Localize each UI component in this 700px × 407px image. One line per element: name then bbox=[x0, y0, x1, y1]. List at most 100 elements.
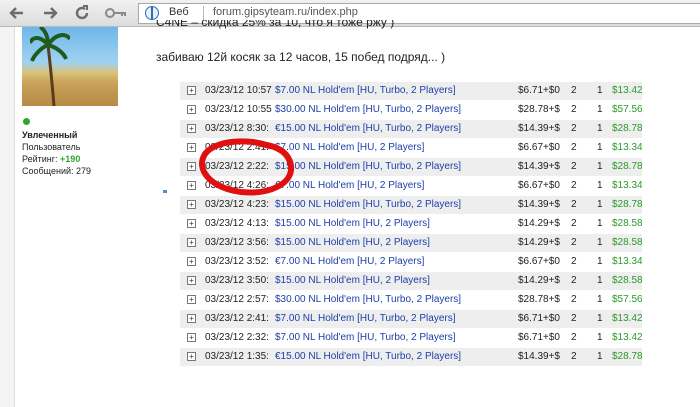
tournament-game-link[interactable]: €7.00 NL Hold'em [HU, 2 Players] bbox=[275, 256, 512, 267]
table-row[interactable]: +03/23/12 2:32: $7.00 NL Hold'em [HU, Tur… bbox=[180, 329, 642, 347]
tournament-date: 03/23/12 4:26: bbox=[205, 180, 269, 191]
expand-row-icon[interactable]: + bbox=[187, 238, 196, 247]
tournament-date: 03/23/12 2:22: bbox=[205, 161, 269, 172]
tournament-players: 2 bbox=[571, 351, 577, 362]
table-row[interactable]: +03/23/12 2:41: $7.00 NL Hold'em [HU, Tur… bbox=[180, 310, 642, 328]
tournament-buyin: $6.71+$0 bbox=[518, 313, 560, 324]
expand-row-icon[interactable]: + bbox=[187, 200, 196, 209]
tournament-players: 2 bbox=[571, 256, 577, 267]
table-row[interactable]: +03/23/12 4:13: $15.00 NL Hold'em [HU, 2 … bbox=[180, 215, 642, 233]
tournament-game-link[interactable]: $7.00 NL Hold'em [HU, Turbo, 2 Players] bbox=[275, 332, 512, 343]
tournament-game-link[interactable]: €15.00 NL Hold'em [HU, Turbo, 2 Players] bbox=[275, 351, 512, 362]
tournament-game-link[interactable]: $7.00 NL Hold'em [HU, 2 Players] bbox=[275, 142, 512, 153]
forward-arrow-icon[interactable] bbox=[41, 4, 59, 22]
tournament-date: 03/23/12 2:57: bbox=[205, 294, 269, 305]
expand-row-icon[interactable]: + bbox=[187, 162, 196, 171]
online-status-indicator bbox=[23, 118, 30, 125]
tournament-game-link[interactable]: €15.00 NL Hold'em [HU, Turbo, 2 Players] bbox=[275, 123, 512, 134]
table-row[interactable]: +03/23/12 10:57 $7.00 NL Hold'em [HU, Tur… bbox=[180, 82, 642, 100]
table-row[interactable]: +03/23/12 3:56: $15.00 NL Hold'em [HU, 2 … bbox=[180, 234, 642, 252]
rating-value: +190 bbox=[60, 154, 81, 164]
tournament-game-link[interactable]: $7.00 NL Hold'em [HU, Turbo, 2 Players] bbox=[275, 313, 512, 324]
tournament-winnings: $28.78 bbox=[612, 123, 642, 134]
expand-row-icon[interactable]: + bbox=[187, 219, 196, 228]
avatar[interactable] bbox=[22, 27, 118, 106]
tournament-game-link[interactable]: $15.00 NL Hold'em [HU, 2 Players] bbox=[275, 275, 512, 286]
expand-row-icon[interactable]: + bbox=[187, 105, 196, 114]
tournament-winnings: $28.78 bbox=[612, 351, 642, 362]
post-line-1: C4NE – скидка 25% за 10, что я тоже ржу … bbox=[156, 20, 395, 29]
expand-row-icon[interactable]: + bbox=[187, 314, 196, 323]
url-text[interactable]: forum.gipsyteam.ru/index.php bbox=[213, 6, 358, 18]
tournament-game-link[interactable]: $7.00 NL Hold'em [HU, Turbo, 2 Players] bbox=[275, 85, 512, 96]
tournament-buyin: $6.71+$0 bbox=[518, 85, 560, 96]
tournament-players: 2 bbox=[571, 161, 577, 172]
tournament-date: 03/23/12 3:56: bbox=[205, 237, 269, 248]
tournament-winnings: $57.56 bbox=[612, 104, 642, 115]
expand-row-icon[interactable]: + bbox=[187, 257, 196, 266]
tournament-date: 03/23/12 3:50: bbox=[205, 275, 269, 286]
palm-tree-icon bbox=[30, 27, 70, 106]
tournament-place: 1 bbox=[597, 123, 603, 134]
reload-icon[interactable] bbox=[73, 4, 91, 22]
tournament-place: 1 bbox=[597, 85, 603, 96]
tournament-game-link[interactable]: $15.00 NL Hold'em [HU, 2 Players] bbox=[275, 218, 512, 229]
tournament-date: 03/23/12 10:55 bbox=[205, 104, 272, 115]
expand-row-icon[interactable]: + bbox=[187, 295, 196, 304]
table-row[interactable]: +03/23/12 4:23: $15.00 NL Hold'em [HU, Tu… bbox=[180, 196, 642, 214]
expand-row-icon[interactable]: + bbox=[187, 86, 196, 95]
tournament-buyin: $6.67+$0 bbox=[518, 180, 560, 191]
table-row[interactable]: +03/23/12 10:55 $30.00 NL Hold'em [HU, Tu… bbox=[180, 101, 642, 119]
tournament-game-link[interactable]: €7.00 NL Hold'em [HU, 2 Players] bbox=[275, 180, 512, 191]
expand-row-icon[interactable]: + bbox=[187, 276, 196, 285]
tournament-buyin: $6.67+$0 bbox=[518, 142, 560, 153]
tournament-players: 2 bbox=[571, 142, 577, 153]
tournament-players: 2 bbox=[571, 218, 577, 229]
tournament-place: 1 bbox=[597, 275, 603, 286]
table-row[interactable]: +03/23/12 2:57: $30.00 NL Hold'em [HU, Tu… bbox=[180, 291, 642, 309]
tournament-place: 1 bbox=[597, 332, 603, 343]
tournament-buyin: $14.29+$ bbox=[518, 275, 560, 286]
expand-row-icon[interactable]: + bbox=[187, 352, 196, 361]
table-row[interactable]: +03/23/12 2:22: $15.00 NL Hold'em [HU, Tu… bbox=[180, 158, 642, 176]
tournament-date: 03/23/12 4:23: bbox=[205, 199, 269, 210]
globe-icon bbox=[145, 6, 159, 20]
tournament-winnings: $13.42 bbox=[612, 313, 642, 324]
rating-label: Рейтинг: bbox=[22, 154, 61, 164]
table-row[interactable]: +03/23/12 3:50: $15.00 NL Hold'em [HU, 2 … bbox=[180, 272, 642, 290]
expand-row-icon[interactable]: + bbox=[187, 124, 196, 133]
tournament-buyin: $14.39+$ bbox=[518, 123, 560, 134]
tournament-game-link[interactable]: $30.00 NL Hold'em [HU, Turbo, 2 Players] bbox=[275, 294, 512, 305]
tournament-buyin: $14.39+$ bbox=[518, 161, 560, 172]
tournament-game-link[interactable]: $15.00 NL Hold'em [HU, Turbo, 2 Players] bbox=[275, 161, 512, 172]
tournament-winnings: $28.58 bbox=[612, 218, 642, 229]
tournament-winnings: $13.34 bbox=[612, 256, 642, 267]
address-separator bbox=[203, 6, 204, 20]
user-rating: Рейтинг: +190 bbox=[22, 154, 80, 164]
expand-row-icon[interactable]: + bbox=[187, 181, 196, 190]
key-icon[interactable] bbox=[104, 4, 128, 22]
tournament-place: 1 bbox=[597, 218, 603, 229]
table-row[interactable]: +03/23/12 4:26: €7.00 NL Hold'em [HU, 2 P… bbox=[180, 177, 642, 195]
tournament-players: 2 bbox=[571, 199, 577, 210]
tournament-place: 1 bbox=[597, 313, 603, 324]
user-post-count: Сообщений: 279 bbox=[22, 166, 92, 176]
tournament-players: 2 bbox=[571, 237, 577, 248]
table-row[interactable]: +03/23/12 2:41: $7.00 NL Hold'em [HU, 2 P… bbox=[180, 139, 642, 157]
tournament-buyin: $6.67+$0 bbox=[518, 256, 560, 267]
tournament-winnings: $28.58 bbox=[612, 275, 642, 286]
tournament-players: 2 bbox=[571, 313, 577, 324]
tournament-players: 2 bbox=[571, 332, 577, 343]
back-arrow-icon[interactable] bbox=[8, 4, 26, 22]
user-title: Увлеченный bbox=[22, 130, 78, 140]
tournament-date: 03/23/12 8:30: bbox=[205, 123, 269, 134]
table-row[interactable]: +03/23/12 1:35: €15.00 NL Hold'em [HU, Tu… bbox=[180, 348, 642, 366]
tournament-date: 03/23/12 3:52: bbox=[205, 256, 269, 267]
expand-row-icon[interactable]: + bbox=[187, 143, 196, 152]
tournament-game-link[interactable]: $15.00 NL Hold'em [HU, 2 Players] bbox=[275, 237, 512, 248]
table-row[interactable]: +03/23/12 3:52: €7.00 NL Hold'em [HU, 2 P… bbox=[180, 253, 642, 271]
table-row[interactable]: +03/23/12 8:30: €15.00 NL Hold'em [HU, Tu… bbox=[180, 120, 642, 138]
tournament-game-link[interactable]: $30.00 NL Hold'em [HU, Turbo, 2 Players] bbox=[275, 104, 512, 115]
expand-row-icon[interactable]: + bbox=[187, 333, 196, 342]
tournament-game-link[interactable]: $15.00 NL Hold'em [HU, Turbo, 2 Players] bbox=[275, 199, 512, 210]
